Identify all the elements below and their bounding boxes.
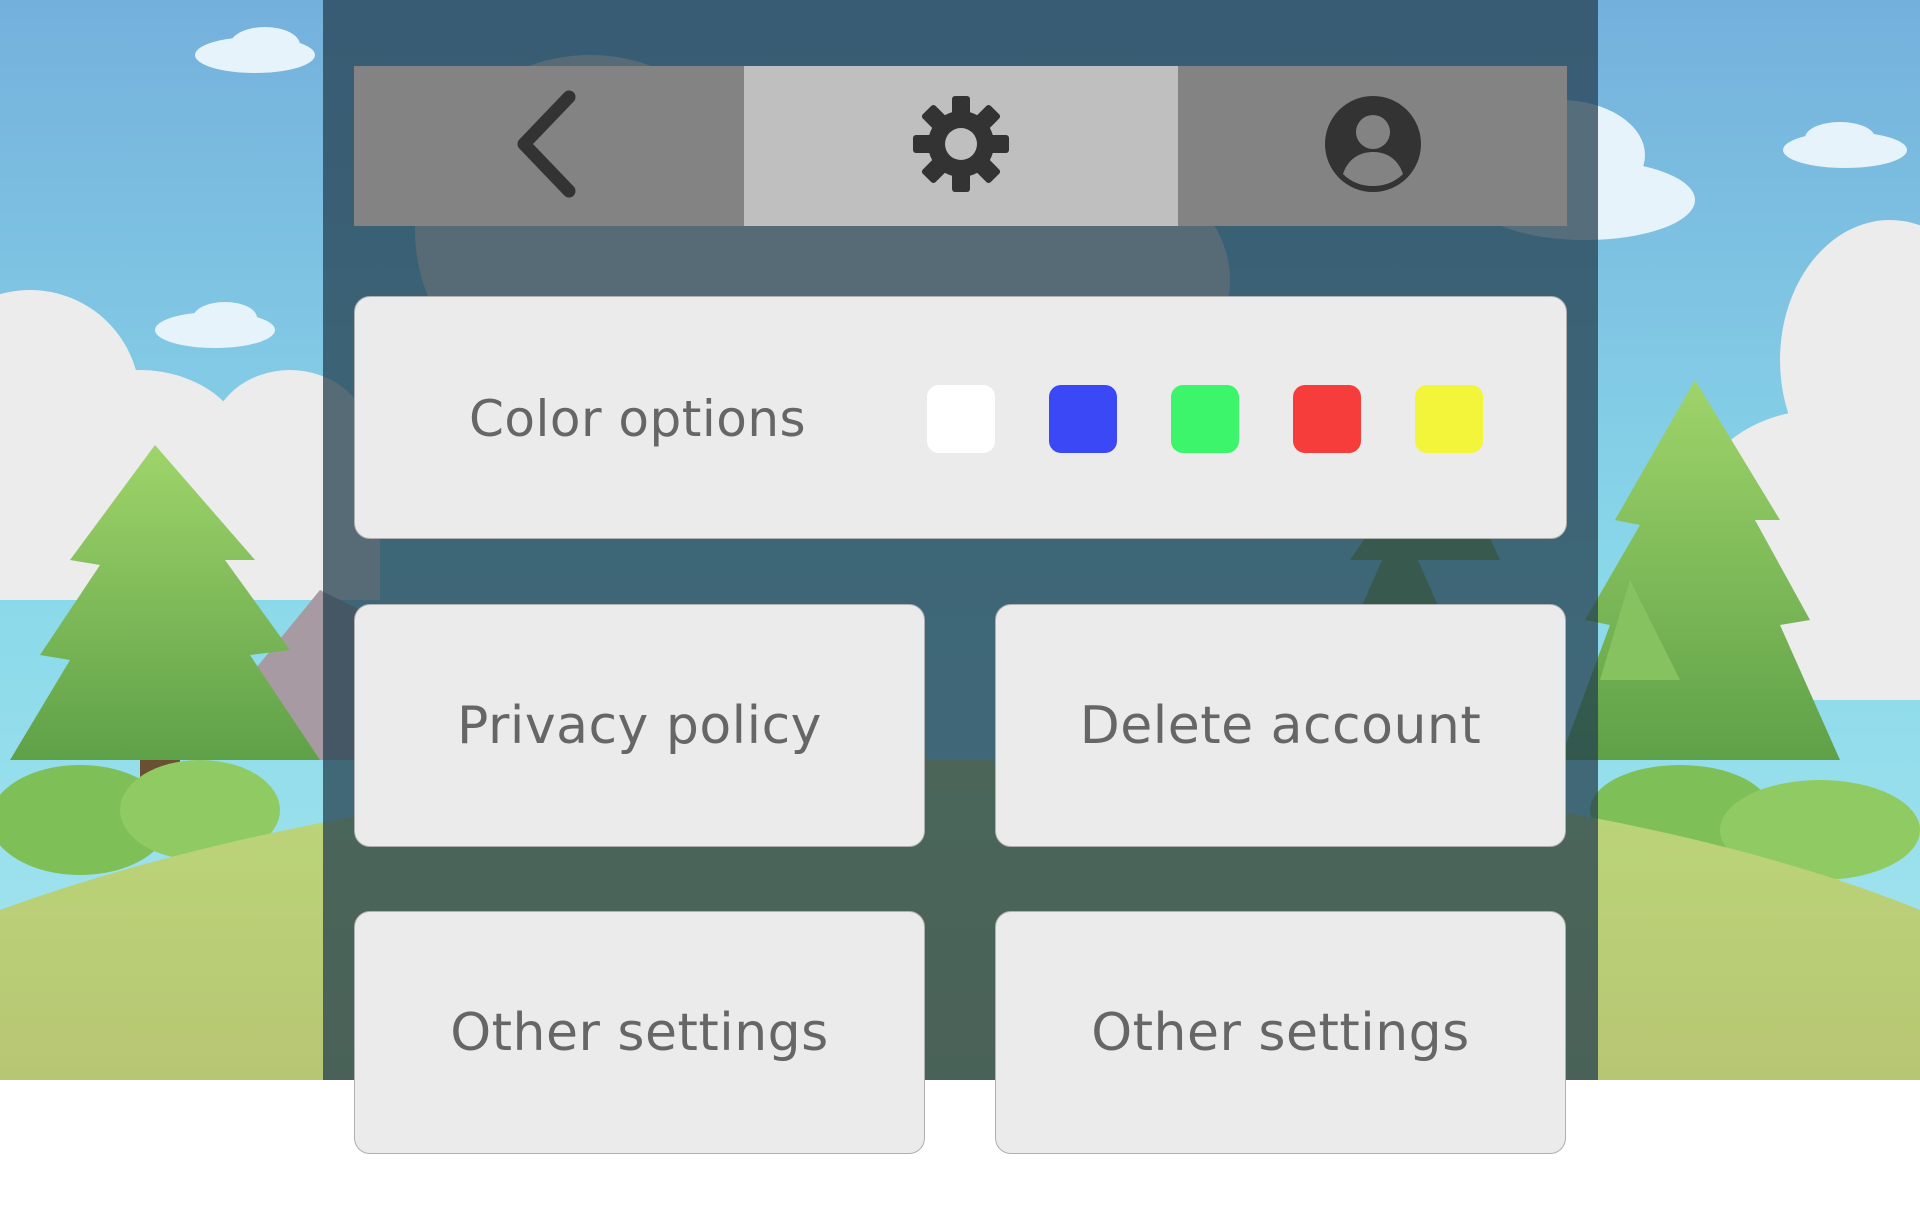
gear-icon bbox=[911, 94, 1011, 199]
other-settings-label: Other settings bbox=[1091, 1002, 1470, 1063]
account-circle-icon bbox=[1323, 94, 1423, 199]
privacy-policy-label: Privacy policy bbox=[457, 695, 822, 756]
back-button[interactable] bbox=[354, 66, 744, 226]
delete-account-label: Delete account bbox=[1079, 695, 1482, 756]
settings-tab[interactable] bbox=[744, 66, 1178, 226]
privacy-policy-button[interactable]: Privacy policy bbox=[354, 604, 925, 847]
other-settings-button-2[interactable]: Other settings bbox=[995, 911, 1566, 1154]
other-settings-button-1[interactable]: Other settings bbox=[354, 911, 925, 1154]
delete-account-button[interactable]: Delete account bbox=[995, 604, 1566, 847]
color-swatch-blue[interactable] bbox=[1049, 385, 1117, 453]
color-swatch-yellow[interactable] bbox=[1415, 385, 1483, 453]
color-swatch-white[interactable] bbox=[927, 385, 995, 453]
color-swatch-green[interactable] bbox=[1171, 385, 1239, 453]
top-toolbar bbox=[354, 66, 1567, 226]
color-swatch-red[interactable] bbox=[1293, 385, 1361, 453]
color-options-card: Color options bbox=[354, 296, 1567, 539]
profile-button[interactable] bbox=[1178, 66, 1567, 226]
other-settings-label: Other settings bbox=[450, 1002, 829, 1063]
color-options-label: Color options bbox=[469, 389, 807, 448]
chevron-left-icon bbox=[514, 89, 584, 204]
